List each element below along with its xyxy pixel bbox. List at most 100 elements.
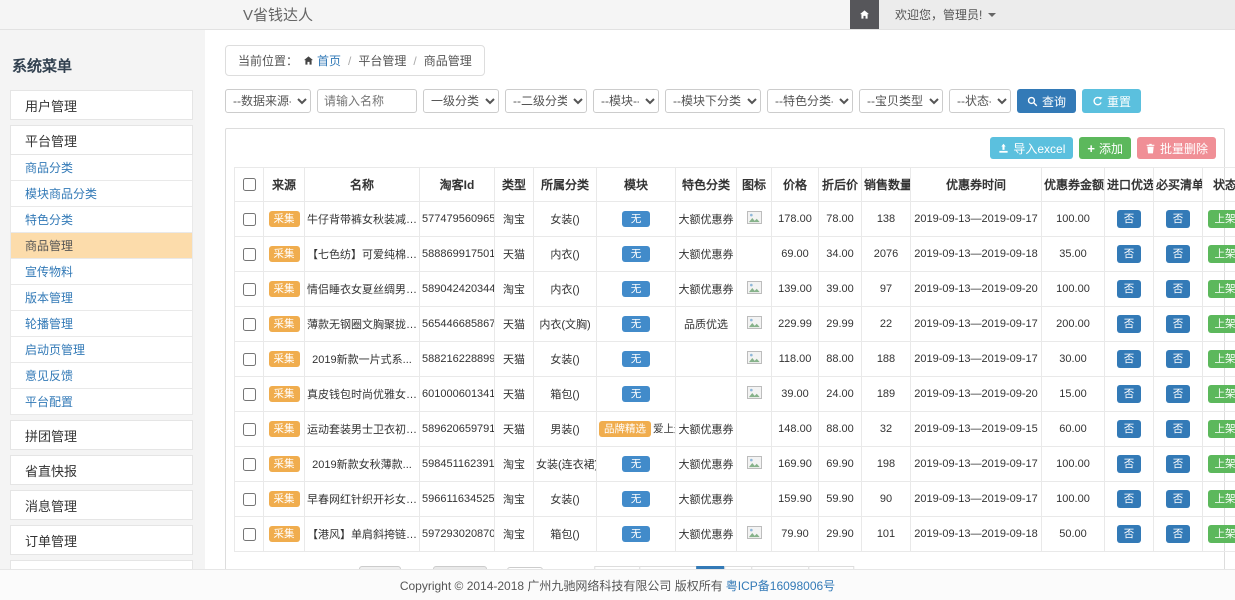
select-all-checkbox[interactable] bbox=[243, 178, 256, 191]
home-icon bbox=[859, 9, 870, 20]
icp-link[interactable]: 粤ICP备16098006号 bbox=[726, 577, 835, 594]
must-buy-toggle[interactable]: 否 bbox=[1166, 245, 1191, 264]
sidebar-group-item[interactable]: 省直快报 bbox=[10, 455, 193, 485]
product-image-icon bbox=[747, 281, 762, 294]
row-checkbox[interactable] bbox=[243, 213, 256, 226]
import-select-toggle[interactable]: 否 bbox=[1117, 210, 1142, 229]
sidebar-group-item[interactable]: 平台管理 bbox=[10, 125, 193, 155]
sidebar-subitem[interactable]: 版本管理 bbox=[10, 285, 193, 311]
filter-select-module-sub-category[interactable]: --模块下分类-- bbox=[665, 89, 761, 113]
row-checkbox[interactable] bbox=[243, 283, 256, 296]
import-select-toggle[interactable]: 否 bbox=[1117, 350, 1142, 369]
sidebar-group-item[interactable]: 订单管理 bbox=[10, 525, 193, 555]
filter-select-module[interactable]: --模块-- bbox=[593, 89, 659, 113]
filter-name-input[interactable] bbox=[317, 89, 417, 113]
row-checkbox[interactable] bbox=[243, 318, 256, 331]
row-checkbox[interactable] bbox=[243, 493, 256, 506]
source-badge: 采集 bbox=[269, 281, 300, 298]
add-button[interactable]: + 添加 bbox=[1079, 137, 1131, 159]
on-shelf-button[interactable]: 上架 bbox=[1208, 210, 1235, 229]
breadcrumb-home-link[interactable]: 首页 bbox=[303, 52, 341, 69]
on-shelf-button[interactable]: 上架 bbox=[1208, 385, 1235, 404]
must-buy-toggle[interactable]: 否 bbox=[1166, 385, 1191, 404]
sidebar-subitem[interactable]: 启动页管理 bbox=[10, 337, 193, 363]
product-image-icon bbox=[747, 456, 762, 469]
sidebar-group-item[interactable]: 拼团管理 bbox=[10, 420, 193, 450]
import-select-toggle[interactable]: 否 bbox=[1117, 280, 1142, 299]
row-checkbox[interactable] bbox=[243, 248, 256, 261]
on-shelf-button[interactable]: 上架 bbox=[1208, 420, 1235, 439]
import-select-toggle[interactable]: 否 bbox=[1117, 315, 1142, 334]
sidebar-subitem[interactable]: 宣传物料 bbox=[10, 259, 193, 285]
on-shelf-button[interactable]: 上架 bbox=[1208, 490, 1235, 509]
row-checkbox[interactable] bbox=[243, 388, 256, 401]
reset-button[interactable]: 重置 bbox=[1082, 89, 1141, 113]
column-header: 模块 bbox=[597, 168, 676, 202]
on-shelf-button[interactable]: 上架 bbox=[1208, 245, 1235, 264]
on-shelf-button[interactable]: 上架 bbox=[1208, 525, 1235, 544]
filter-select-level1-category[interactable]: 一级分类 bbox=[423, 89, 499, 113]
on-shelf-button[interactable]: 上架 bbox=[1208, 350, 1235, 369]
coupon-amount: 100.00 bbox=[1042, 447, 1105, 482]
row-checkbox-cell bbox=[235, 377, 264, 412]
status-cell: 上架 bbox=[1203, 377, 1235, 412]
on-shelf-button[interactable]: 上架 bbox=[1208, 455, 1235, 474]
sidebar-subitem[interactable]: 平台配置 bbox=[10, 389, 193, 415]
sidebar-group-item[interactable]: 用户管理 bbox=[10, 90, 193, 120]
import-select-toggle[interactable]: 否 bbox=[1117, 455, 1142, 474]
sidebar-menu: 用户管理平台管理商品分类模块商品分类特色分类商品管理宣传物料版本管理轮播管理启动… bbox=[10, 90, 193, 590]
must-buy-toggle[interactable]: 否 bbox=[1166, 210, 1191, 229]
row-checkbox[interactable] bbox=[243, 458, 256, 471]
sidebar-subitem[interactable]: 模块商品分类 bbox=[10, 181, 193, 207]
on-shelf-button[interactable]: 上架 bbox=[1208, 315, 1235, 334]
sidebar-subitem[interactable]: 轮播管理 bbox=[10, 311, 193, 337]
sales-count: 101 bbox=[862, 517, 911, 552]
must-buy-toggle[interactable]: 否 bbox=[1166, 490, 1191, 509]
sidebar-subitem[interactable]: 意见反馈 bbox=[10, 363, 193, 389]
on-shelf-button[interactable]: 上架 bbox=[1208, 280, 1235, 299]
coupon-amount: 100.00 bbox=[1042, 272, 1105, 307]
coupon-time: 2019-09-13—2019-09-17 bbox=[911, 447, 1042, 482]
filter-select-data-source[interactable]: --数据来源-- bbox=[225, 89, 311, 113]
source-badge: 采集 bbox=[269, 211, 300, 228]
taoke-id: 589042420344 bbox=[420, 272, 495, 307]
import-select-toggle[interactable]: 否 bbox=[1117, 245, 1142, 264]
must-buy-toggle[interactable]: 否 bbox=[1166, 455, 1191, 474]
filter-select-status[interactable]: --状态-- bbox=[949, 89, 1011, 113]
sidebar-group-item[interactable]: 消息管理 bbox=[10, 490, 193, 520]
must-buy-toggle[interactable]: 否 bbox=[1166, 280, 1191, 299]
must-buy-toggle[interactable]: 否 bbox=[1166, 315, 1191, 334]
import-select-toggle[interactable]: 否 bbox=[1117, 490, 1142, 509]
coupon-amount: 35.00 bbox=[1042, 237, 1105, 272]
import-excel-button[interactable]: 导入excel bbox=[990, 137, 1073, 159]
must-buy-toggle[interactable]: 否 bbox=[1166, 420, 1191, 439]
must-buy-toggle[interactable]: 否 bbox=[1166, 350, 1191, 369]
home-button[interactable] bbox=[850, 0, 879, 29]
row-checkbox[interactable] bbox=[243, 423, 256, 436]
import-select-toggle[interactable]: 否 bbox=[1117, 385, 1142, 404]
import-select-toggle[interactable]: 否 bbox=[1117, 420, 1142, 439]
breadcrumb-item-platform[interactable]: 平台管理 bbox=[358, 52, 406, 69]
product-row: 采集真皮钱包时尚优雅女士...601000601341天猫箱包()无39.002… bbox=[235, 377, 1235, 412]
filter-select-level2-category[interactable]: --二级分类-- bbox=[505, 89, 587, 113]
product-category: 箱包() bbox=[534, 517, 597, 552]
must-buy-toggle[interactable]: 否 bbox=[1166, 525, 1191, 544]
sidebar-subitem[interactable]: 特色分类 bbox=[10, 207, 193, 233]
sales-count: 32 bbox=[862, 412, 911, 447]
discount-price: 29.99 bbox=[819, 307, 862, 342]
sidebar-subitem[interactable]: 商品分类 bbox=[10, 155, 193, 181]
column-header: 来源 bbox=[264, 168, 305, 202]
batch-delete-button[interactable]: 批量删除 bbox=[1137, 137, 1216, 159]
taoke-id: 596611634525 bbox=[420, 482, 495, 517]
import-select-toggle[interactable]: 否 bbox=[1117, 525, 1142, 544]
product-name: 【港风】单肩斜挎链条... bbox=[305, 517, 420, 552]
feature-category: 大额优惠券 bbox=[676, 202, 737, 237]
filter-select-item-type[interactable]: --宝贝类型-- bbox=[859, 89, 943, 113]
row-checkbox[interactable] bbox=[243, 353, 256, 366]
user-menu[interactable]: 欢迎您，管理员! bbox=[879, 0, 1235, 29]
sales-count: 90 bbox=[862, 482, 911, 517]
search-button[interactable]: 查询 bbox=[1017, 89, 1076, 113]
sidebar-subitem[interactable]: 商品管理 bbox=[10, 233, 193, 259]
row-checkbox[interactable] bbox=[243, 528, 256, 541]
filter-select-feature-category[interactable]: --特色分类-- bbox=[767, 89, 853, 113]
